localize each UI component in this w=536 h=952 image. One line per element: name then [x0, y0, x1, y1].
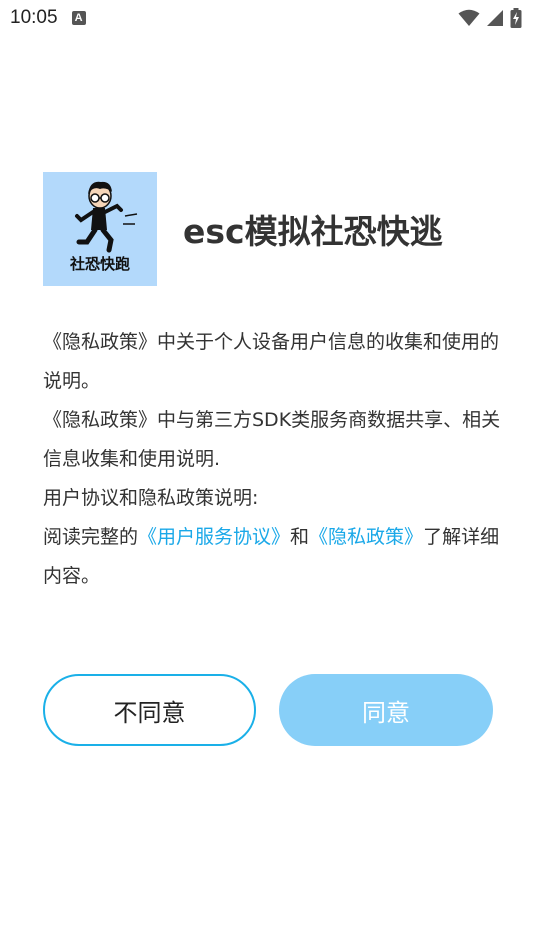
policy-line-4-prefix: 阅读完整的 — [43, 526, 139, 548]
policy-line-2: 《隐私政策》中与第三方SDK类服务商数据共享、相关信息收集和使用说明. — [43, 409, 501, 470]
wifi-icon — [458, 9, 480, 26]
app-header: 社恐快跑 esc模拟社恐快逃 — [43, 172, 443, 286]
button-row: 不同意 同意 — [43, 674, 493, 746]
status-left: 10:05 A — [10, 7, 86, 29]
app-icon-label: 社恐快跑 — [69, 255, 130, 273]
cellular-signal-icon — [487, 10, 503, 26]
agree-button[interactable]: 同意 — [279, 674, 493, 746]
status-bar: 10:05 A — [0, 0, 536, 36]
notification-a-icon: A — [71, 11, 86, 25]
app-title: esc模拟社恐快逃 — [183, 212, 443, 251]
policy-line-1: 《隐私政策》中关于个人设备用户信息的收集和使用的说明。 — [43, 331, 500, 392]
app-icon: 社恐快跑 — [43, 172, 157, 286]
policy-line-3: 用户协议和隐私政策说明: — [43, 487, 259, 509]
running-figure-icon — [75, 181, 138, 253]
battery-charging-icon — [510, 8, 522, 28]
status-right — [458, 8, 522, 28]
user-agreement-link[interactable]: 《用户服务协议》 — [138, 526, 290, 548]
policy-line-4-and: 和 — [290, 526, 310, 548]
policy-text: 《隐私政策》中关于个人设备用户信息的收集和使用的说明。 《隐私政策》中与第三方S… — [43, 323, 503, 596]
privacy-policy-link[interactable]: 《隐私政策》 — [309, 526, 423, 548]
decline-button[interactable]: 不同意 — [43, 674, 256, 746]
policy-line-4: 阅读完整的《用户服务协议》和《隐私政策》了解详细内容。 — [43, 518, 503, 596]
status-time: 10:05 — [10, 7, 58, 28]
